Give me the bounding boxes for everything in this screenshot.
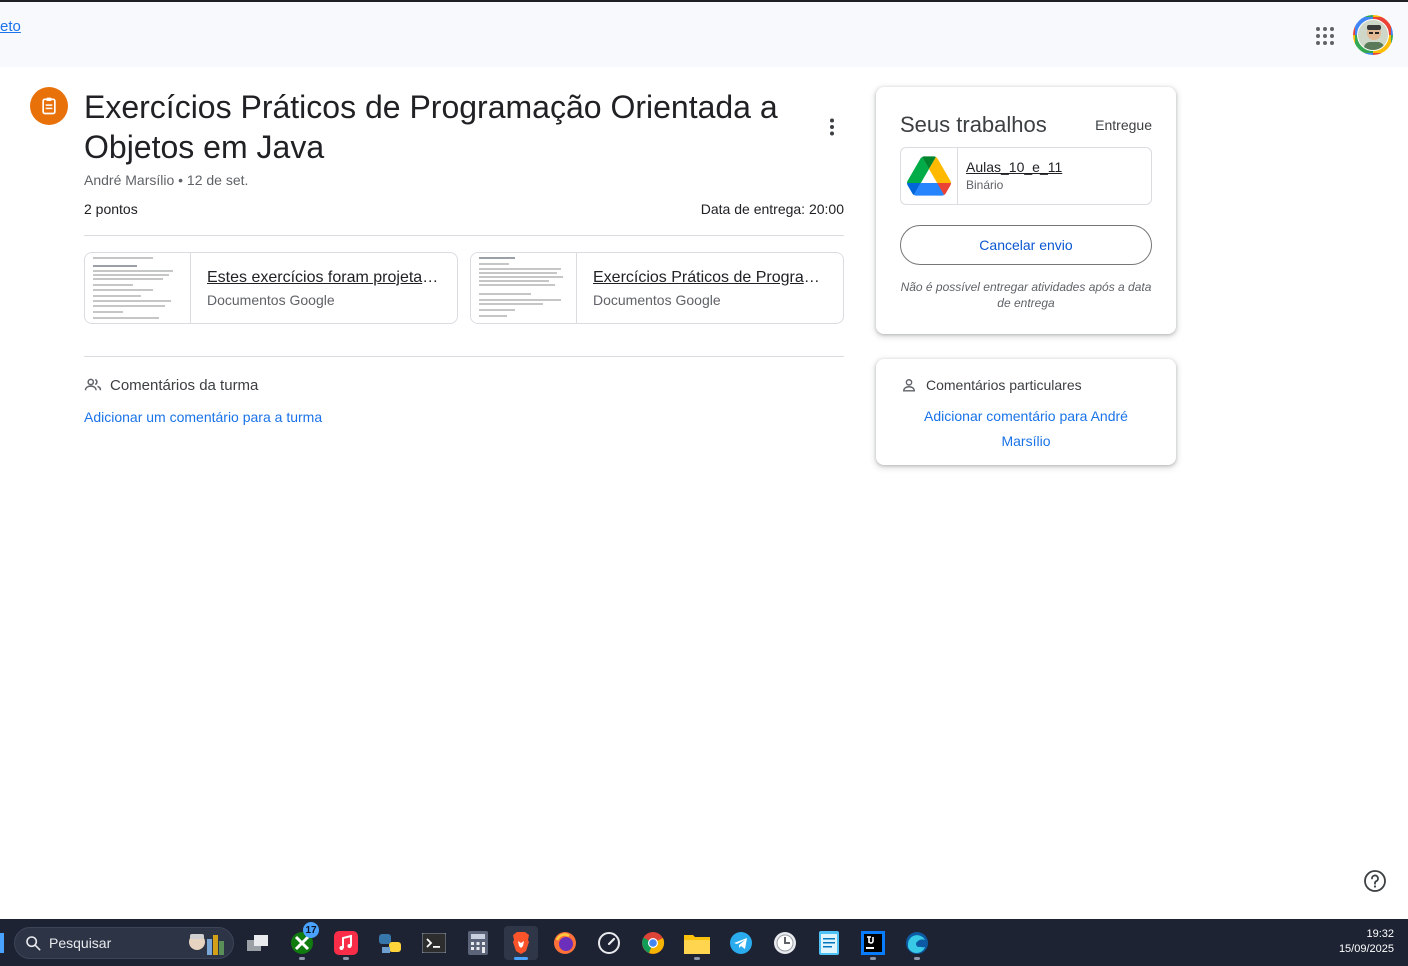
file-explorer-icon[interactable] — [680, 926, 714, 960]
avatar-portrait-icon — [1358, 20, 1388, 50]
running-indicator — [914, 957, 920, 960]
running-indicator — [343, 957, 349, 960]
divider — [84, 235, 844, 236]
attachment-name[interactable]: Exercícios Práticos de Programação Orien… — [593, 269, 825, 287]
brave-browser-icon[interactable] — [504, 926, 538, 960]
document-thumbnail — [85, 253, 191, 323]
class-comments-label: Comentários da turma — [110, 376, 259, 394]
submitted-file-type: Binário — [966, 178, 1004, 192]
notepad-icon[interactable] — [812, 926, 846, 960]
class-comments-heading: Comentários da turma — [84, 376, 258, 394]
terminal-icon[interactable] — [417, 926, 451, 960]
private-comments-label: Comentários particulares — [926, 377, 1082, 393]
attachment-card[interactable]: Exercícios Práticos de Programação Orien… — [470, 252, 844, 324]
author-date: André Marsílio • 12 de set. — [84, 172, 249, 188]
start-button-edge[interactable] — [0, 933, 4, 953]
calculator-icon[interactable] — [461, 926, 495, 960]
submitted-file[interactable]: Aulas_10_e_11 Binário — [900, 147, 1152, 205]
assignment-title: Exercícios Práticos de Programação Orien… — [84, 89, 778, 165]
user-avatar[interactable] — [1353, 15, 1393, 55]
running-indicator — [299, 957, 305, 960]
google-drive-icon — [901, 148, 958, 204]
top-app-bar: eto — [0, 2, 1408, 67]
add-class-comment-link[interactable]: Adicionar um comentário para a turma — [84, 409, 322, 425]
add-private-comment-link[interactable]: Adicionar comentário para André Marsílio — [900, 404, 1152, 454]
taskbar-search[interactable]: Pesquisar — [14, 927, 234, 959]
active-app-indicator — [514, 957, 528, 960]
edge-icon[interactable] — [900, 926, 934, 960]
your-work-title: Seus trabalhos — [900, 112, 1047, 137]
running-indicator — [870, 957, 876, 960]
chrome-icon[interactable] — [636, 926, 670, 960]
clock-time: 19:32 — [1366, 928, 1394, 940]
firefox-icon[interactable] — [548, 926, 582, 960]
windows-taskbar: Pesquisar 17 19:32 15/09/2025 — [0, 919, 1408, 966]
telegram-icon[interactable] — [724, 926, 758, 960]
submitted-file-name[interactable]: Aulas_10_e_11 — [966, 159, 1062, 175]
search-highlight-icon — [189, 934, 224, 955]
more-options-icon[interactable] — [818, 113, 846, 141]
private-comments-card: Comentários particulares Adicionar comen… — [876, 359, 1176, 465]
submission-status: Entregue — [1095, 117, 1152, 133]
help-icon[interactable] — [1363, 869, 1387, 893]
divider — [84, 356, 844, 357]
system-clock[interactable]: 19:32 15/09/2025 — [1339, 927, 1394, 957]
private-comments-heading: Comentários particulares — [902, 377, 1082, 393]
running-indicator — [694, 957, 700, 960]
your-work-card: Seus trabalhos Entregue Aulas_10_e_11 Bi… — [876, 87, 1176, 334]
clock-app-icon[interactable] — [768, 926, 802, 960]
attachment-card[interactable]: Estes exercícios foram projetados para r… — [84, 252, 458, 324]
apple-music-icon[interactable] — [329, 926, 363, 960]
cancel-submission-button[interactable]: Cancelar envio — [900, 225, 1152, 265]
assignment-clipboard-icon — [30, 87, 68, 125]
google-apps-grid-icon[interactable] — [1313, 24, 1337, 48]
document-thumbnail — [471, 253, 577, 323]
xbox-icon[interactable]: 17 — [285, 922, 319, 960]
search-icon — [26, 936, 41, 951]
breadcrumb-link[interactable]: eto — [0, 18, 21, 35]
clock-date: 15/09/2025 — [1338, 943, 1394, 955]
points-label: 2 pontos — [84, 201, 138, 217]
late-submission-note: Não é possível entregar atividades após … — [900, 280, 1152, 310]
task-view-icon[interactable] — [241, 926, 275, 960]
speedometer-icon[interactable] — [592, 926, 626, 960]
attachment-type: Documentos Google — [207, 292, 335, 308]
attachment-type: Documentos Google — [593, 292, 721, 308]
notification-badge: 17 — [303, 922, 319, 938]
search-placeholder: Pesquisar — [49, 935, 112, 951]
people-icon — [84, 378, 102, 391]
due-date: Data de entrega: 20:00 — [700, 201, 844, 217]
attachment-name[interactable]: Estes exercícios foram projetados para r… — [207, 269, 439, 287]
jetbrains-ide-icon[interactable] — [856, 926, 890, 960]
person-icon — [903, 379, 915, 392]
python-icon[interactable] — [373, 926, 407, 960]
